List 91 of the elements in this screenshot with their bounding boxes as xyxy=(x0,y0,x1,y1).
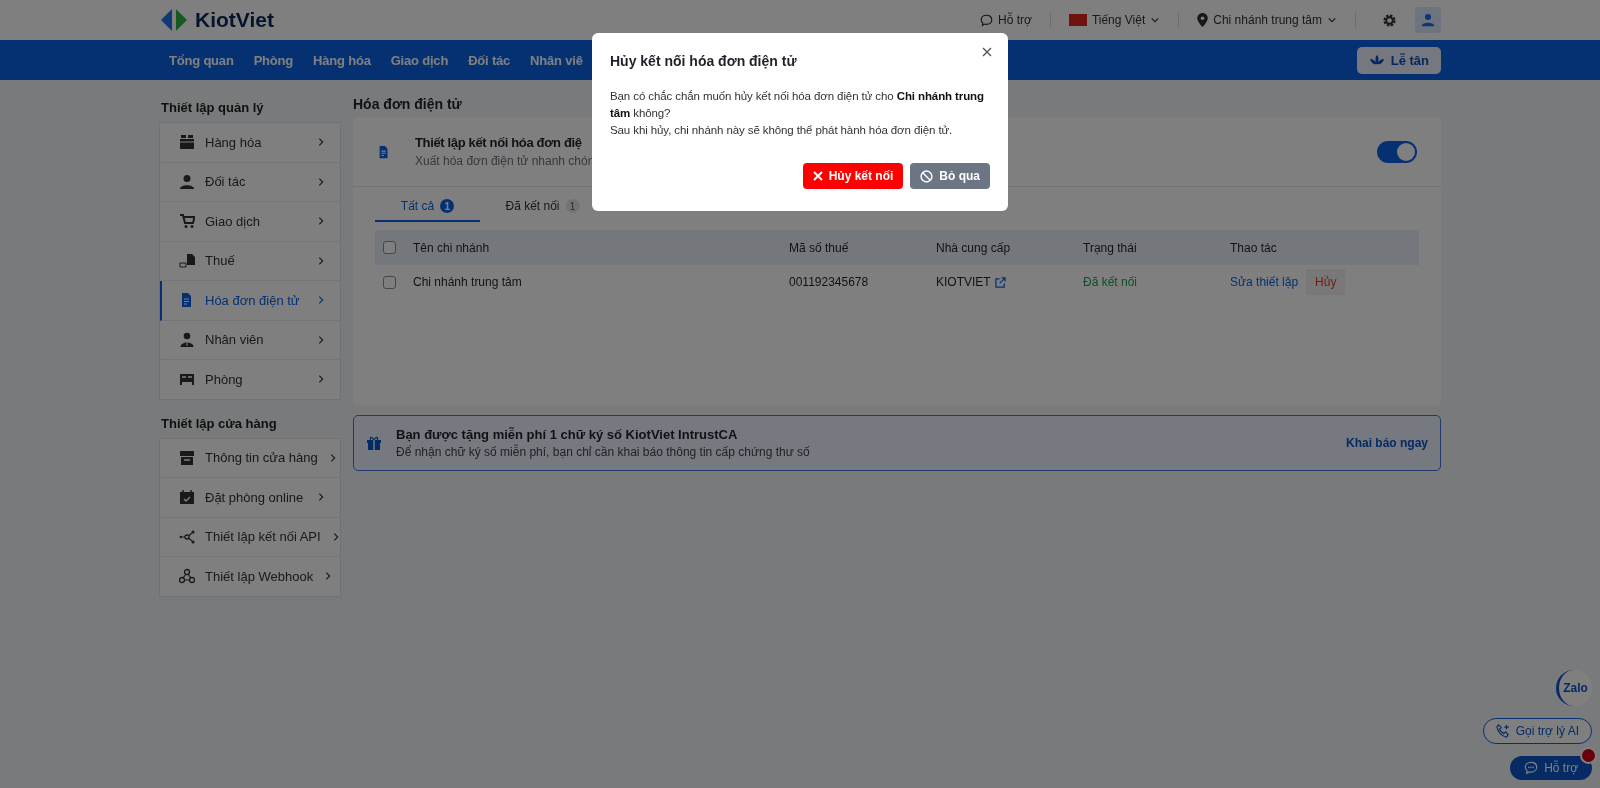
dialog-message: Bạn có chắc chắn muốn hủy kết nối hóa đơn điện tử cho Chi nhánh trung tâm không? xyxy=(610,89,985,121)
disconnect-button[interactable]: Hủy kết nối xyxy=(802,163,904,189)
avatar-button[interactable] xyxy=(1415,7,1441,33)
chevron-icon xyxy=(316,176,326,187)
caret-icon xyxy=(1327,15,1337,25)
sidebar-item[interactable]: Đặt phòng online xyxy=(160,478,340,518)
support-link[interactable]: Hỗ trợ xyxy=(980,13,1032,27)
chevron-icon xyxy=(316,216,326,227)
close-icon xyxy=(812,171,823,181)
network-icon xyxy=(179,528,195,545)
banner-text: Để nhận chữ ký số miễn phí, bạn chỉ cần khai báo thông tin cấp chứng thư số xyxy=(396,445,811,459)
bed-icon xyxy=(179,371,195,388)
column-header: Trạng thái xyxy=(1083,240,1138,255)
reception-button[interactable]: Lễ tân xyxy=(1356,46,1441,74)
page-title: Hóa đơn điện tử xyxy=(353,96,462,112)
pin-icon xyxy=(1197,13,1209,27)
nav-item[interactable]: Phòng xyxy=(243,40,304,80)
sidebar-item[interactable]: Thiết lập kết nối API xyxy=(160,517,340,557)
skip-button[interactable]: Bỏ qua xyxy=(910,163,990,189)
count-badge: 1 xyxy=(440,199,455,213)
status-text: Đã kết nối xyxy=(1083,275,1139,289)
tab[interactable]: Tất cả 1 xyxy=(375,195,480,222)
store-icon xyxy=(179,449,195,466)
chevron-icon xyxy=(316,255,326,266)
sidebar-item[interactable]: Phòng xyxy=(160,360,340,399)
column-header: Thao tác xyxy=(1230,240,1278,255)
toggle-switch[interactable] xyxy=(1377,140,1417,163)
box-icon xyxy=(179,134,195,151)
vat-document-icon xyxy=(179,252,195,269)
sidebar-item[interactable]: Hóa đơn điện tử xyxy=(160,281,340,321)
nav-item[interactable]: Hàng hóa xyxy=(303,40,381,80)
sidebar-item[interactable]: Thuế xyxy=(160,241,340,281)
sidebar-item[interactable]: Đối tác xyxy=(160,162,340,202)
language-selector[interactable]: Tiếng Việt xyxy=(1068,13,1161,27)
document-icon xyxy=(377,143,391,160)
logo-text: KiotViet xyxy=(195,8,274,32)
count-badge: 1 xyxy=(565,199,580,213)
caret-icon xyxy=(1150,15,1161,25)
section-title: Thiết lập quản lý xyxy=(161,100,265,115)
zalo-button[interactable]: Zalo xyxy=(1556,670,1592,706)
sidebar-item[interactable]: Hàng hóa xyxy=(160,123,340,163)
chevron-icon xyxy=(316,137,326,148)
logo-icon xyxy=(159,7,189,33)
declare-link[interactable]: Khai báo ngay xyxy=(1346,436,1428,450)
lotus-icon xyxy=(1368,54,1385,66)
section-title: Thiết lập cửa hàng xyxy=(161,415,278,431)
sidebar-item[interactable]: Thông tin cửa hàng xyxy=(160,438,340,478)
ai-call-button[interactable]: Gọi trợ lý AI xyxy=(1482,718,1592,744)
person-icon xyxy=(1421,13,1435,27)
sidebar-item[interactable]: Nhân viên xyxy=(160,320,340,360)
edit-link[interactable]: Sửa thiết lập xyxy=(1230,275,1299,289)
column-header: Nhà cung cấp xyxy=(936,240,1012,255)
dialog-title: Hủy kết nối hóa đơn điện tử xyxy=(610,53,798,69)
chevron-icon xyxy=(316,374,326,385)
checkbox[interactable] xyxy=(383,275,396,289)
external-link-icon xyxy=(994,276,1006,288)
phone-icon xyxy=(1495,724,1510,738)
close-icon xyxy=(982,47,992,57)
checkbox[interactable] xyxy=(383,241,396,254)
nav-item[interactable]: Đối tác xyxy=(458,40,521,80)
branch-selector[interactable]: Chi nhánh trung tâm xyxy=(1197,13,1337,27)
chat-icon xyxy=(1524,761,1539,775)
webhook-icon xyxy=(179,568,195,585)
chat-icon xyxy=(980,13,993,27)
table-cell: KIOTVIET xyxy=(936,275,991,289)
column-header: Tên chi nhánh xyxy=(413,240,491,255)
sidebar-item[interactable]: Thiết lập Webhook xyxy=(160,557,340,596)
sidebar-item[interactable]: Giao dịch xyxy=(160,202,340,242)
setup-title: Thiết lập kết nối hóa đơn điệ xyxy=(415,135,582,150)
close-button[interactable] xyxy=(980,45,994,59)
nav-item[interactable]: Nhân viê xyxy=(520,40,593,80)
table-cell-text: 001192345678 xyxy=(789,275,870,289)
nav-item[interactable]: Giao dịch xyxy=(380,40,459,80)
nav-item[interactable]: Tổng quan xyxy=(159,40,244,80)
chevron-icon xyxy=(316,334,326,345)
employee-icon xyxy=(179,331,195,348)
table-cell-text: Chi nhánh trung tâm xyxy=(413,275,523,289)
support-button[interactable]: Hỗ trợ xyxy=(1510,756,1592,780)
gift-icon xyxy=(366,435,382,451)
cancel-button[interactable]: Hủy xyxy=(1306,269,1346,295)
calendar-icon xyxy=(179,489,195,506)
column-header: Mã số thuế xyxy=(789,240,850,255)
dialog-note: Sau khi hủy, chi nhánh này sẽ không thể phát hành hóa đơn điện tử. xyxy=(610,123,954,138)
flag-icon xyxy=(1068,14,1087,26)
cart-icon xyxy=(179,213,195,230)
block-icon xyxy=(920,169,934,183)
settings-icon[interactable] xyxy=(1382,12,1397,28)
person-icon xyxy=(179,173,195,190)
chevron-icon xyxy=(316,295,326,306)
banner-title: Bạn được tặng miễn phí 1 chữ ký số KiotViet IntrustCA xyxy=(396,427,739,442)
chevron-icon xyxy=(316,492,326,503)
